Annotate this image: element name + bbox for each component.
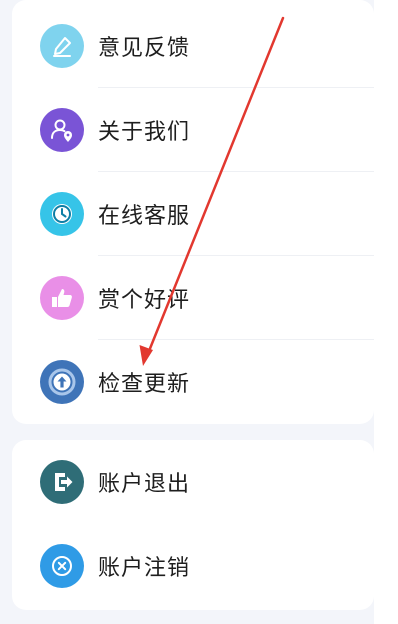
menu-item-label: 关于我们 <box>98 120 191 145</box>
menu-item-delete-account[interactable]: 账户注销 <box>12 524 374 608</box>
menu-item-logout[interactable]: 账户退出 <box>12 440 374 524</box>
menu-item-label: 意见反馈 <box>98 36 191 61</box>
menu-item-feedback[interactable]: 意见反馈 <box>12 4 374 88</box>
menu-item-label: 账户退出 <box>98 472 191 497</box>
cancel-icon <box>40 544 84 588</box>
menu-card: 意见反馈 关于我们 在线客服 赏个好评 检查更新 <box>12 0 374 424</box>
menu-item-rate-us[interactable]: 赏个好评 <box>12 256 374 340</box>
menu-item-label: 赏个好评 <box>98 288 191 313</box>
settings-page: 意见反馈 关于我们 在线客服 赏个好评 检查更新 账户退出 账户注销 <box>0 0 374 624</box>
update-arrow-icon <box>40 360 84 404</box>
right-edge <box>374 0 398 624</box>
menu-item-label: 在线客服 <box>98 204 191 229</box>
menu-item-label: 账户注销 <box>98 556 191 581</box>
edit-icon <box>40 24 84 68</box>
logout-icon <box>40 460 84 504</box>
menu-item-label: 检查更新 <box>98 372 191 397</box>
thumbs-up-icon <box>40 276 84 320</box>
menu-item-online-service[interactable]: 在线客服 <box>12 172 374 256</box>
user-location-icon <box>40 108 84 152</box>
menu-item-about-us[interactable]: 关于我们 <box>12 88 374 172</box>
menu-item-check-update[interactable]: 检查更新 <box>12 340 374 424</box>
clock-icon <box>40 192 84 236</box>
account-card: 账户退出 账户注销 <box>12 440 374 610</box>
